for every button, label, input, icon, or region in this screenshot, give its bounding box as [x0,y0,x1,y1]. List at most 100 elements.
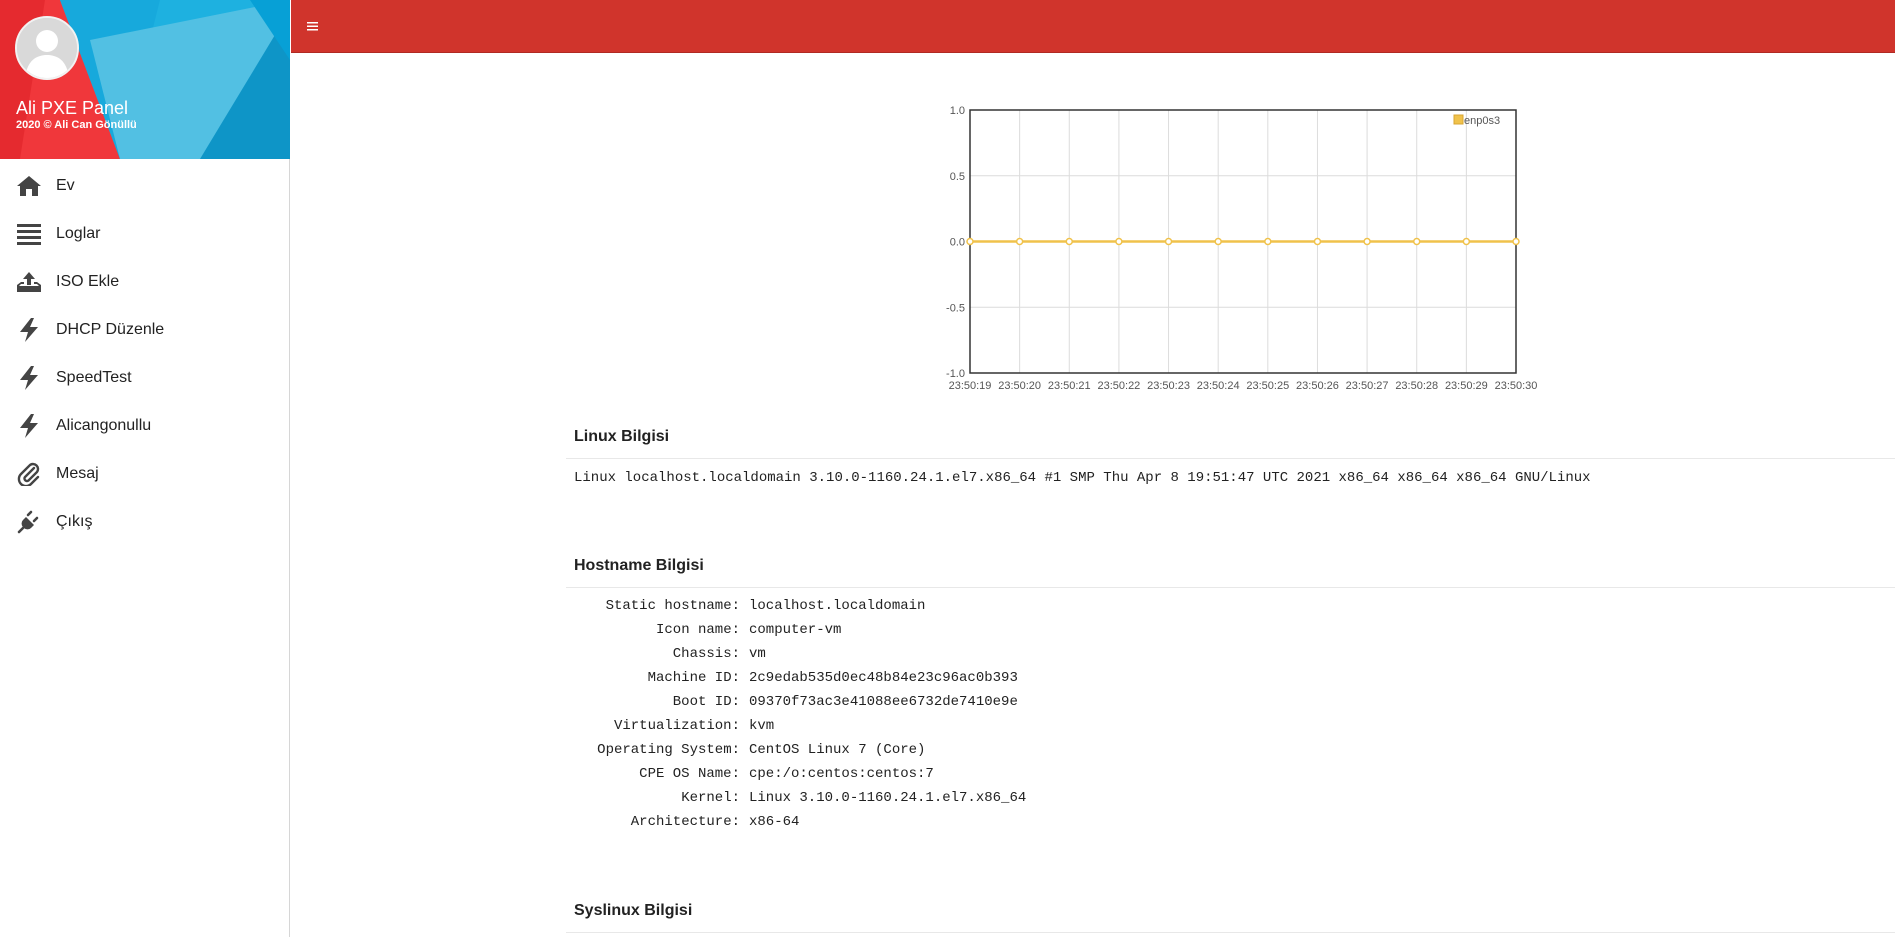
hostname-value: CentOS Linux 7 (Core) [749,742,926,758]
hostname-value: 2c9edab535d0ec48b84e23c96ac0b393 [749,670,1018,686]
y-tick-label: 0.0 [950,237,965,249]
paperclip-icon [15,460,43,488]
divider [566,458,1895,459]
data-point [1462,237,1471,246]
data-point [1512,237,1520,246]
hostname-key: Kernel: [681,790,740,806]
hostname-value: computer-vm [749,622,842,638]
data-point [1214,237,1222,246]
divider [566,587,1895,588]
hostname-key: Machine ID: [647,670,740,686]
sidebar-item-label: Mesaj [56,465,99,482]
sidebar-item-alicangonullu[interactable]: Alicangonullu [0,402,289,450]
avatar[interactable] [15,16,79,80]
sidebar-nav: Ev Loglar ISO Ekle DHCP Düzenle SpeedTes… [0,162,289,546]
hostname-value: 09370f73ac3e41088ee6732de7410e9e [749,694,1018,710]
bolt-icon [15,316,43,344]
y-tick-label: 1.0 [950,105,965,117]
hostname-row: Boot ID: 09370f73ac3e41088ee6732de7410e9e [0,694,1100,718]
sidebar-item-label: Alicangonullu [56,417,152,434]
hostname-value: kvm [749,718,775,734]
hostname-key: Static hostname: [605,598,740,614]
sidebar-item-loglar[interactable]: Loglar [0,210,289,258]
data-point [1313,237,1322,246]
hostname-key: Chassis: [672,646,740,662]
y-tick-label: -0.5 [946,302,965,314]
sidebar-item-label: ISO Ekle [56,273,120,290]
sidebar-item-cikis[interactable]: Çıkış [0,498,289,546]
data-point [1264,237,1272,246]
hostname-key: Boot ID: [672,694,740,710]
hostname-key: Icon name: [655,622,740,638]
x-tick-label: 23:50:21 [1048,380,1091,392]
hostname-row: Kernel: Linux 3.10.0-1160.24.1.el7.x86_64 [0,790,1100,814]
hostname-row: Operating System: CentOS Linux 7 (Core) [0,742,1100,766]
hostname-row: Machine ID: 2c9edab535d0ec48b84e23c96ac0b… [0,670,1100,694]
sidebar-item-ev[interactable]: Ev [0,162,289,210]
hostname-row: Icon name: computer-vm [0,622,1100,646]
bolt-icon [15,364,43,392]
syslinux-section-title: Syslinux Bilgisi [574,902,693,919]
sidebar-item-speedtest[interactable]: SpeedTest [0,354,289,402]
x-tick-label: 23:50:27 [1346,380,1389,392]
upload-icon [15,268,43,296]
sidebar-item-label: DHCP Düzenle [56,321,165,338]
data-point [966,237,974,246]
data-point [1164,237,1173,246]
hostname-key: Architecture: [630,814,740,830]
plug-icon [15,508,43,536]
topbar [291,0,1895,53]
hamburger-icon[interactable] [307,18,321,32]
sidebar-item-label: Loglar [56,225,101,242]
hostname-row: Static hostname: localhost.localdomain [0,598,1100,622]
x-tick-label: 23:50:20 [998,380,1041,392]
x-tick-label: 23:50:28 [1395,380,1438,392]
hostname-key: Operating System: [597,742,740,758]
hostname-value: x86-64 [749,814,800,830]
copyright-text: 2020 © Ali Can Gönüllü [16,119,137,131]
x-tick-label: 23:50:22 [1097,380,1140,392]
x-tick-label: 23:50:29 [1445,380,1488,392]
divider [566,932,1895,933]
data-point [1065,237,1074,246]
hostname-row: Virtualization: kvm [0,718,1100,742]
linux-info-text: Linux localhost.localdomain 3.10.0-1160.… [574,470,1591,486]
profile-header: Ali PXE Panel 2020 © Ali Can Gönüllü [0,0,290,159]
hostname-key: Virtualization: [613,718,740,734]
sidebar-item-mesaj[interactable]: Mesaj [0,450,289,498]
app-name: Ali PXE Panel [16,98,129,118]
hostname-key: CPE OS Name: [639,766,740,782]
data-point [1015,237,1024,246]
sidebar-item-label: Ev [56,177,75,194]
x-tick-label: 23:50:19 [949,380,992,392]
y-tick-label: 0.5 [950,171,965,183]
hostname-row: Architecture: x86-64 [0,814,1100,838]
hostname-value: localhost.localdomain [749,598,926,614]
linux-section-title: Linux Bilgisi [574,428,670,445]
hostname-row: CPE OS Name: cpe:/o:centos:centos:7 [0,766,1100,790]
legend-label: enp0s3 [1464,115,1500,127]
data-point [1363,237,1371,246]
hostname-value: vm [749,646,766,662]
list-icon [15,220,43,248]
x-tick-label: 23:50:23 [1147,380,1190,392]
y-tick-label: -1.0 [946,368,965,380]
x-tick-label: 23:50:25 [1246,380,1289,392]
hostname-value: Linux 3.10.0-1160.24.1.el7.x86_64 [749,790,1027,806]
hostname-section-title: Hostname Bilgisi [574,557,704,574]
x-tick-label: 23:50:30 [1495,380,1538,392]
sidebar-item-dhcp-duzenle[interactable]: DHCP Düzenle [0,306,289,354]
home-icon [15,172,43,200]
sidebar-item-iso-ekle[interactable]: ISO Ekle [0,258,289,306]
legend-swatch [1453,114,1464,125]
bolt-icon [15,412,43,440]
hostname-row: Chassis: vm [0,646,1100,670]
x-tick-label: 23:50:26 [1296,380,1339,392]
x-tick-label: 23:50:24 [1197,380,1240,392]
data-point [1115,237,1123,246]
hostname-value: cpe:/o:centos:centos:7 [749,766,934,782]
network-chart: 1.0 0.5 0.0 -0.5 -1.023:50:19 23:50:20 23:50:2… [946,105,1538,392]
sidebar-item-label: Çıkış [56,513,93,530]
sidebar-item-label: SpeedTest [56,369,132,386]
data-point [1412,237,1421,246]
